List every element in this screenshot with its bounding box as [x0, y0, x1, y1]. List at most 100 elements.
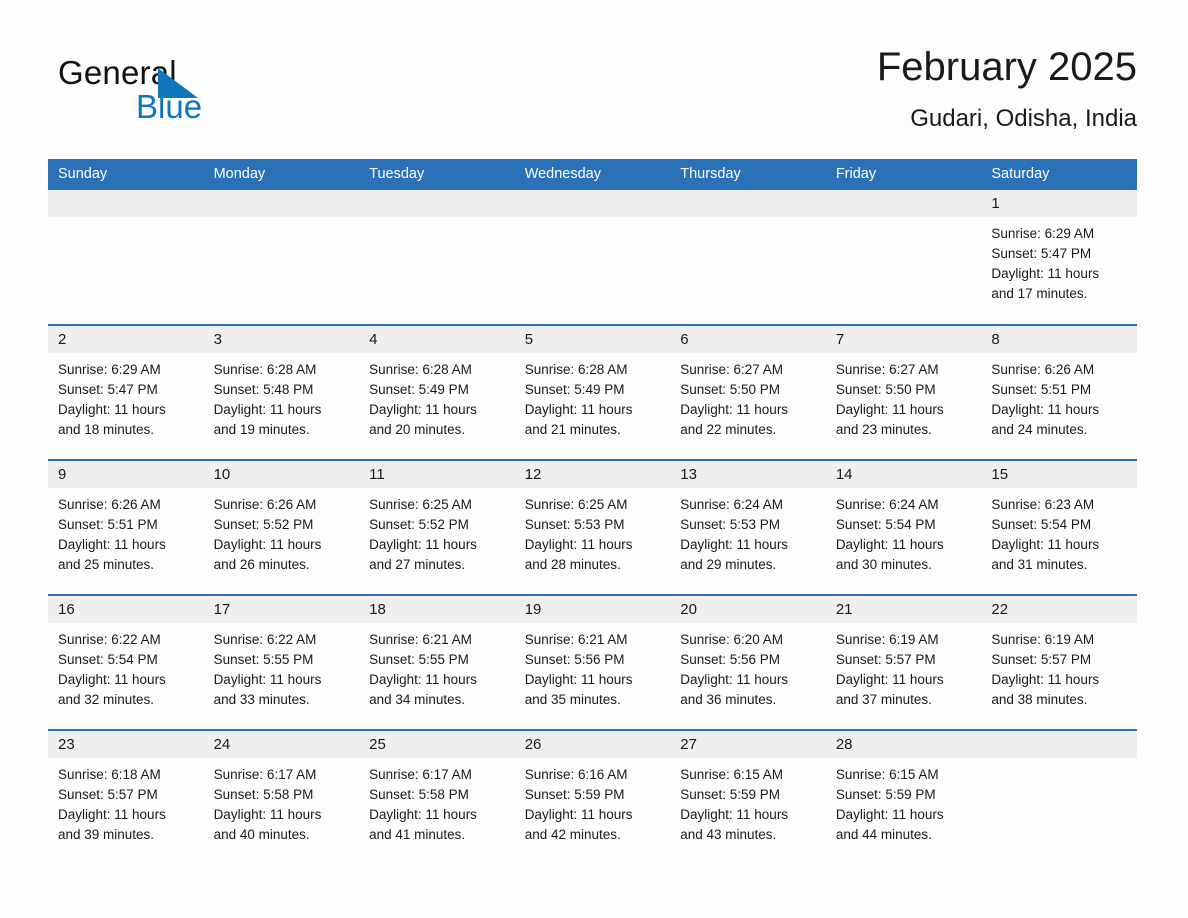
calendar-day-cell-empty: [670, 190, 826, 325]
calendar-day-cell[interactable]: 23 Sunrise: 6:18 AM Sunset: 5:57 PM Dayligh…: [48, 729, 204, 865]
calendar-day-cell[interactable]: 16 Sunrise: 6:22 AM Sunset: 5:54 PM Dayligh…: [48, 594, 204, 730]
day-number: 6: [670, 326, 826, 353]
calendar-day-cell[interactable]: 19 Sunrise: 6:21 AM Sunset: 5:56 PM Dayligh…: [514, 594, 671, 730]
day-details: Sunrise: 6:27 AM Sunset: 5:50 PM Daylight:…: [670, 353, 826, 440]
sunrise-time: Sunrise: 6:19 AM: [835, 632, 939, 647]
calendar-day-cell[interactable]: 4 Sunrise: 6:28 AM Sunset: 5:49 PM Daylight…: [359, 324, 515, 460]
page-subtitle: Gudari, Odisha, India: [910, 105, 1137, 132]
sunset-time: Sunset: 5:48 PM: [213, 382, 314, 397]
day-cell-inner: [48, 190, 204, 323]
weekday-header-friday: Friday: [825, 159, 982, 190]
calendar-day-cell[interactable]: 7 Sunrise: 6:27 AM Sunset: 5:50 PM Daylight…: [825, 324, 982, 460]
sunrise-time: Sunrise: 6:24 AM: [835, 497, 939, 512]
day-cell-inner: 18 Sunrise: 6:21 AM Sunset: 5:55 PM Dayligh…: [359, 596, 515, 729]
day-details: Sunrise: 6:21 AM Sunset: 5:55 PM Daylight:…: [359, 623, 515, 710]
day-cell-inner: 23 Sunrise: 6:18 AM Sunset: 5:57 PM Dayligh…: [48, 731, 204, 864]
day-number: 7: [825, 326, 982, 353]
calendar-day-cell[interactable]: 12 Sunrise: 6:25 AM Sunset: 5:53 PM Dayligh…: [514, 459, 671, 595]
day-number: 17: [203, 596, 360, 623]
calendar-week-row: 1 Sunrise: 6:29 AM Sunset: 5:47 PM Daylight…: [48, 190, 1137, 325]
calendar-day-cell[interactable]: 2 Sunrise: 6:29 AM Sunset: 5:47 PM Daylight…: [48, 324, 204, 460]
day-cell-inner: 4 Sunrise: 6:28 AM Sunset: 5:49 PM Daylight…: [359, 326, 515, 459]
day-number: 1: [981, 190, 1137, 217]
day-number: 10: [203, 461, 360, 488]
sunrise-time: Sunrise: 6:27 AM: [680, 362, 784, 377]
calendar-day-cell[interactable]: 10 Sunrise: 6:26 AM Sunset: 5:52 PM Dayligh…: [203, 459, 360, 595]
day-details: Sunrise: 6:22 AM Sunset: 5:55 PM Daylight:…: [204, 623, 360, 710]
daylight-duration-line1: Daylight: 11 hours: [680, 807, 789, 822]
sunset-time: Sunset: 5:57 PM: [991, 652, 1092, 667]
sunrise-time: Sunrise: 6:21 AM: [369, 632, 472, 647]
sunset-time: Sunset: 5:50 PM: [680, 382, 781, 397]
sunrise-time: Sunrise: 6:29 AM: [991, 226, 1095, 241]
calendar-day-cell[interactable]: 15 Sunrise: 6:23 AM Sunset: 5:54 PM Dayligh…: [981, 459, 1137, 595]
day-details: Sunrise: 6:23 AM Sunset: 5:54 PM Daylight:…: [981, 488, 1137, 575]
calendar-day-cell[interactable]: 28 Sunrise: 6:15 AM Sunset: 5:59 PM Dayligh…: [825, 729, 982, 865]
day-details: Sunrise: 6:17 AM Sunset: 5:58 PM Daylight:…: [359, 758, 515, 845]
day-cell-inner: 16 Sunrise: 6:22 AM Sunset: 5:54 PM Dayligh…: [48, 596, 204, 729]
day-number: 13: [670, 461, 826, 488]
day-cell-inner: 15 Sunrise: 6:23 AM Sunset: 5:54 PM Dayligh…: [981, 461, 1137, 594]
calendar-day-cell[interactable]: 21 Sunrise: 6:19 AM Sunset: 5:57 PM Dayligh…: [825, 594, 982, 730]
sunset-time: Sunset: 5:47 PM: [991, 246, 1092, 261]
day-number: 25: [359, 731, 515, 758]
day-cell-inner: [825, 190, 982, 323]
weekday-header-tuesday: Tuesday: [359, 159, 515, 190]
sunset-time: Sunset: 5:53 PM: [680, 517, 781, 532]
day-number: 2: [48, 326, 204, 353]
sunrise-time: Sunrise: 6:28 AM: [524, 362, 628, 377]
day-number: 4: [359, 326, 515, 353]
sunrise-time: Sunrise: 6:20 AM: [680, 632, 784, 647]
calendar-day-cell[interactable]: 26 Sunrise: 6:16 AM Sunset: 5:59 PM Dayligh…: [514, 729, 671, 865]
day-details: Sunrise: 6:15 AM Sunset: 5:59 PM Daylight:…: [826, 758, 982, 845]
daylight-duration-line1: Daylight: 11 hours: [58, 537, 166, 552]
daylight-duration-line1: Daylight: 11 hours: [680, 402, 789, 417]
calendar-day-cell[interactable]: 17 Sunrise: 6:22 AM Sunset: 5:55 PM Dayligh…: [203, 594, 360, 730]
sunset-time: Sunset: 5:51 PM: [991, 382, 1092, 397]
day-cell-inner: 5 Sunrise: 6:28 AM Sunset: 5:49 PM Daylight…: [514, 326, 671, 459]
day-details: Sunrise: 6:19 AM Sunset: 5:57 PM Daylight:…: [826, 623, 982, 710]
sunset-time: Sunset: 5:59 PM: [680, 787, 781, 802]
day-details: Sunrise: 6:26 AM Sunset: 5:52 PM Daylight:…: [204, 488, 360, 575]
calendar-day-cell[interactable]: 9 Sunrise: 6:26 AM Sunset: 5:51 PM Daylight…: [48, 459, 204, 595]
calendar-day-cell[interactable]: 25 Sunrise: 6:17 AM Sunset: 5:58 PM Dayligh…: [359, 729, 515, 865]
calendar-day-cell[interactable]: 27 Sunrise: 6:15 AM Sunset: 5:59 PM Dayligh…: [670, 729, 826, 865]
title-block: February 2025 Gudari, Odisha, India: [877, 40, 1137, 135]
calendar-day-cell[interactable]: 3 Sunrise: 6:28 AM Sunset: 5:48 PM Daylight…: [203, 324, 360, 460]
calendar-day-cell[interactable]: 20 Sunrise: 6:20 AM Sunset: 5:56 PM Dayligh…: [670, 594, 826, 730]
sunrise-time: Sunrise: 6:18 AM: [58, 767, 161, 782]
day-cell-inner: 10 Sunrise: 6:26 AM Sunset: 5:52 PM Dayligh…: [203, 461, 360, 594]
day-cell-inner: [670, 190, 826, 323]
calendar-day-cell[interactable]: 14 Sunrise: 6:24 AM Sunset: 5:54 PM Dayligh…: [825, 459, 982, 595]
calendar-day-cell[interactable]: 13 Sunrise: 6:24 AM Sunset: 5:53 PM Dayligh…: [670, 459, 826, 595]
calendar-day-cell[interactable]: 22 Sunrise: 6:19 AM Sunset: 5:57 PM Dayligh…: [981, 594, 1137, 730]
sunrise-time: Sunrise: 6:28 AM: [213, 362, 317, 377]
day-details: Sunrise: 6:24 AM Sunset: 5:54 PM Daylight:…: [826, 488, 982, 575]
sunrise-time: Sunrise: 6:25 AM: [369, 497, 472, 512]
sunset-time: Sunset: 5:58 PM: [369, 787, 469, 802]
page-header: General Blue February 2025 Gudari, Odish…: [48, 40, 1137, 140]
calendar-day-cell[interactable]: 5 Sunrise: 6:28 AM Sunset: 5:49 PM Daylight…: [514, 324, 671, 460]
day-cell-inner: [359, 190, 515, 323]
calendar-day-cell-empty: [48, 190, 204, 325]
day-cell-inner: 8 Sunrise: 6:26 AM Sunset: 5:51 PM Daylight…: [981, 326, 1137, 459]
day-cell-inner: 11 Sunrise: 6:25 AM Sunset: 5:52 PM Dayligh…: [359, 461, 515, 594]
calendar-day-cell[interactable]: 1 Sunrise: 6:29 AM Sunset: 5:47 PM Daylight…: [981, 190, 1137, 325]
general-blue-logo[interactable]: General Blue: [58, 54, 318, 132]
daylight-duration-line2: and 25 minutes.: [58, 557, 155, 572]
calendar-day-cell-empty: [825, 190, 982, 325]
daylight-duration-line1: Daylight: 11 hours: [524, 672, 633, 687]
calendar-day-cell[interactable]: 8 Sunrise: 6:26 AM Sunset: 5:51 PM Daylight…: [981, 324, 1137, 460]
day-number: 15: [981, 461, 1137, 488]
day-cell-inner: [514, 190, 671, 323]
calendar-day-cell[interactable]: 6 Sunrise: 6:27 AM Sunset: 5:50 PM Daylight…: [670, 324, 826, 460]
day-cell-inner: [981, 731, 1137, 864]
calendar-day-cell[interactable]: 18 Sunrise: 6:21 AM Sunset: 5:55 PM Dayligh…: [359, 594, 515, 730]
day-number: 12: [514, 461, 671, 488]
calendar-week-row: 23 Sunrise: 6:18 AM Sunset: 5:57 PM Dayligh…: [48, 729, 1137, 865]
daylight-duration-line1: Daylight: 11 hours: [213, 807, 322, 822]
sunrise-time: Sunrise: 6:25 AM: [524, 497, 628, 512]
calendar-day-cell[interactable]: 24 Sunrise: 6:17 AM Sunset: 5:58 PM Dayligh…: [203, 729, 360, 865]
day-details: Sunrise: 6:26 AM Sunset: 5:51 PM Daylight:…: [981, 353, 1137, 440]
calendar-day-cell[interactable]: 11 Sunrise: 6:25 AM Sunset: 5:52 PM Dayligh…: [359, 459, 515, 595]
